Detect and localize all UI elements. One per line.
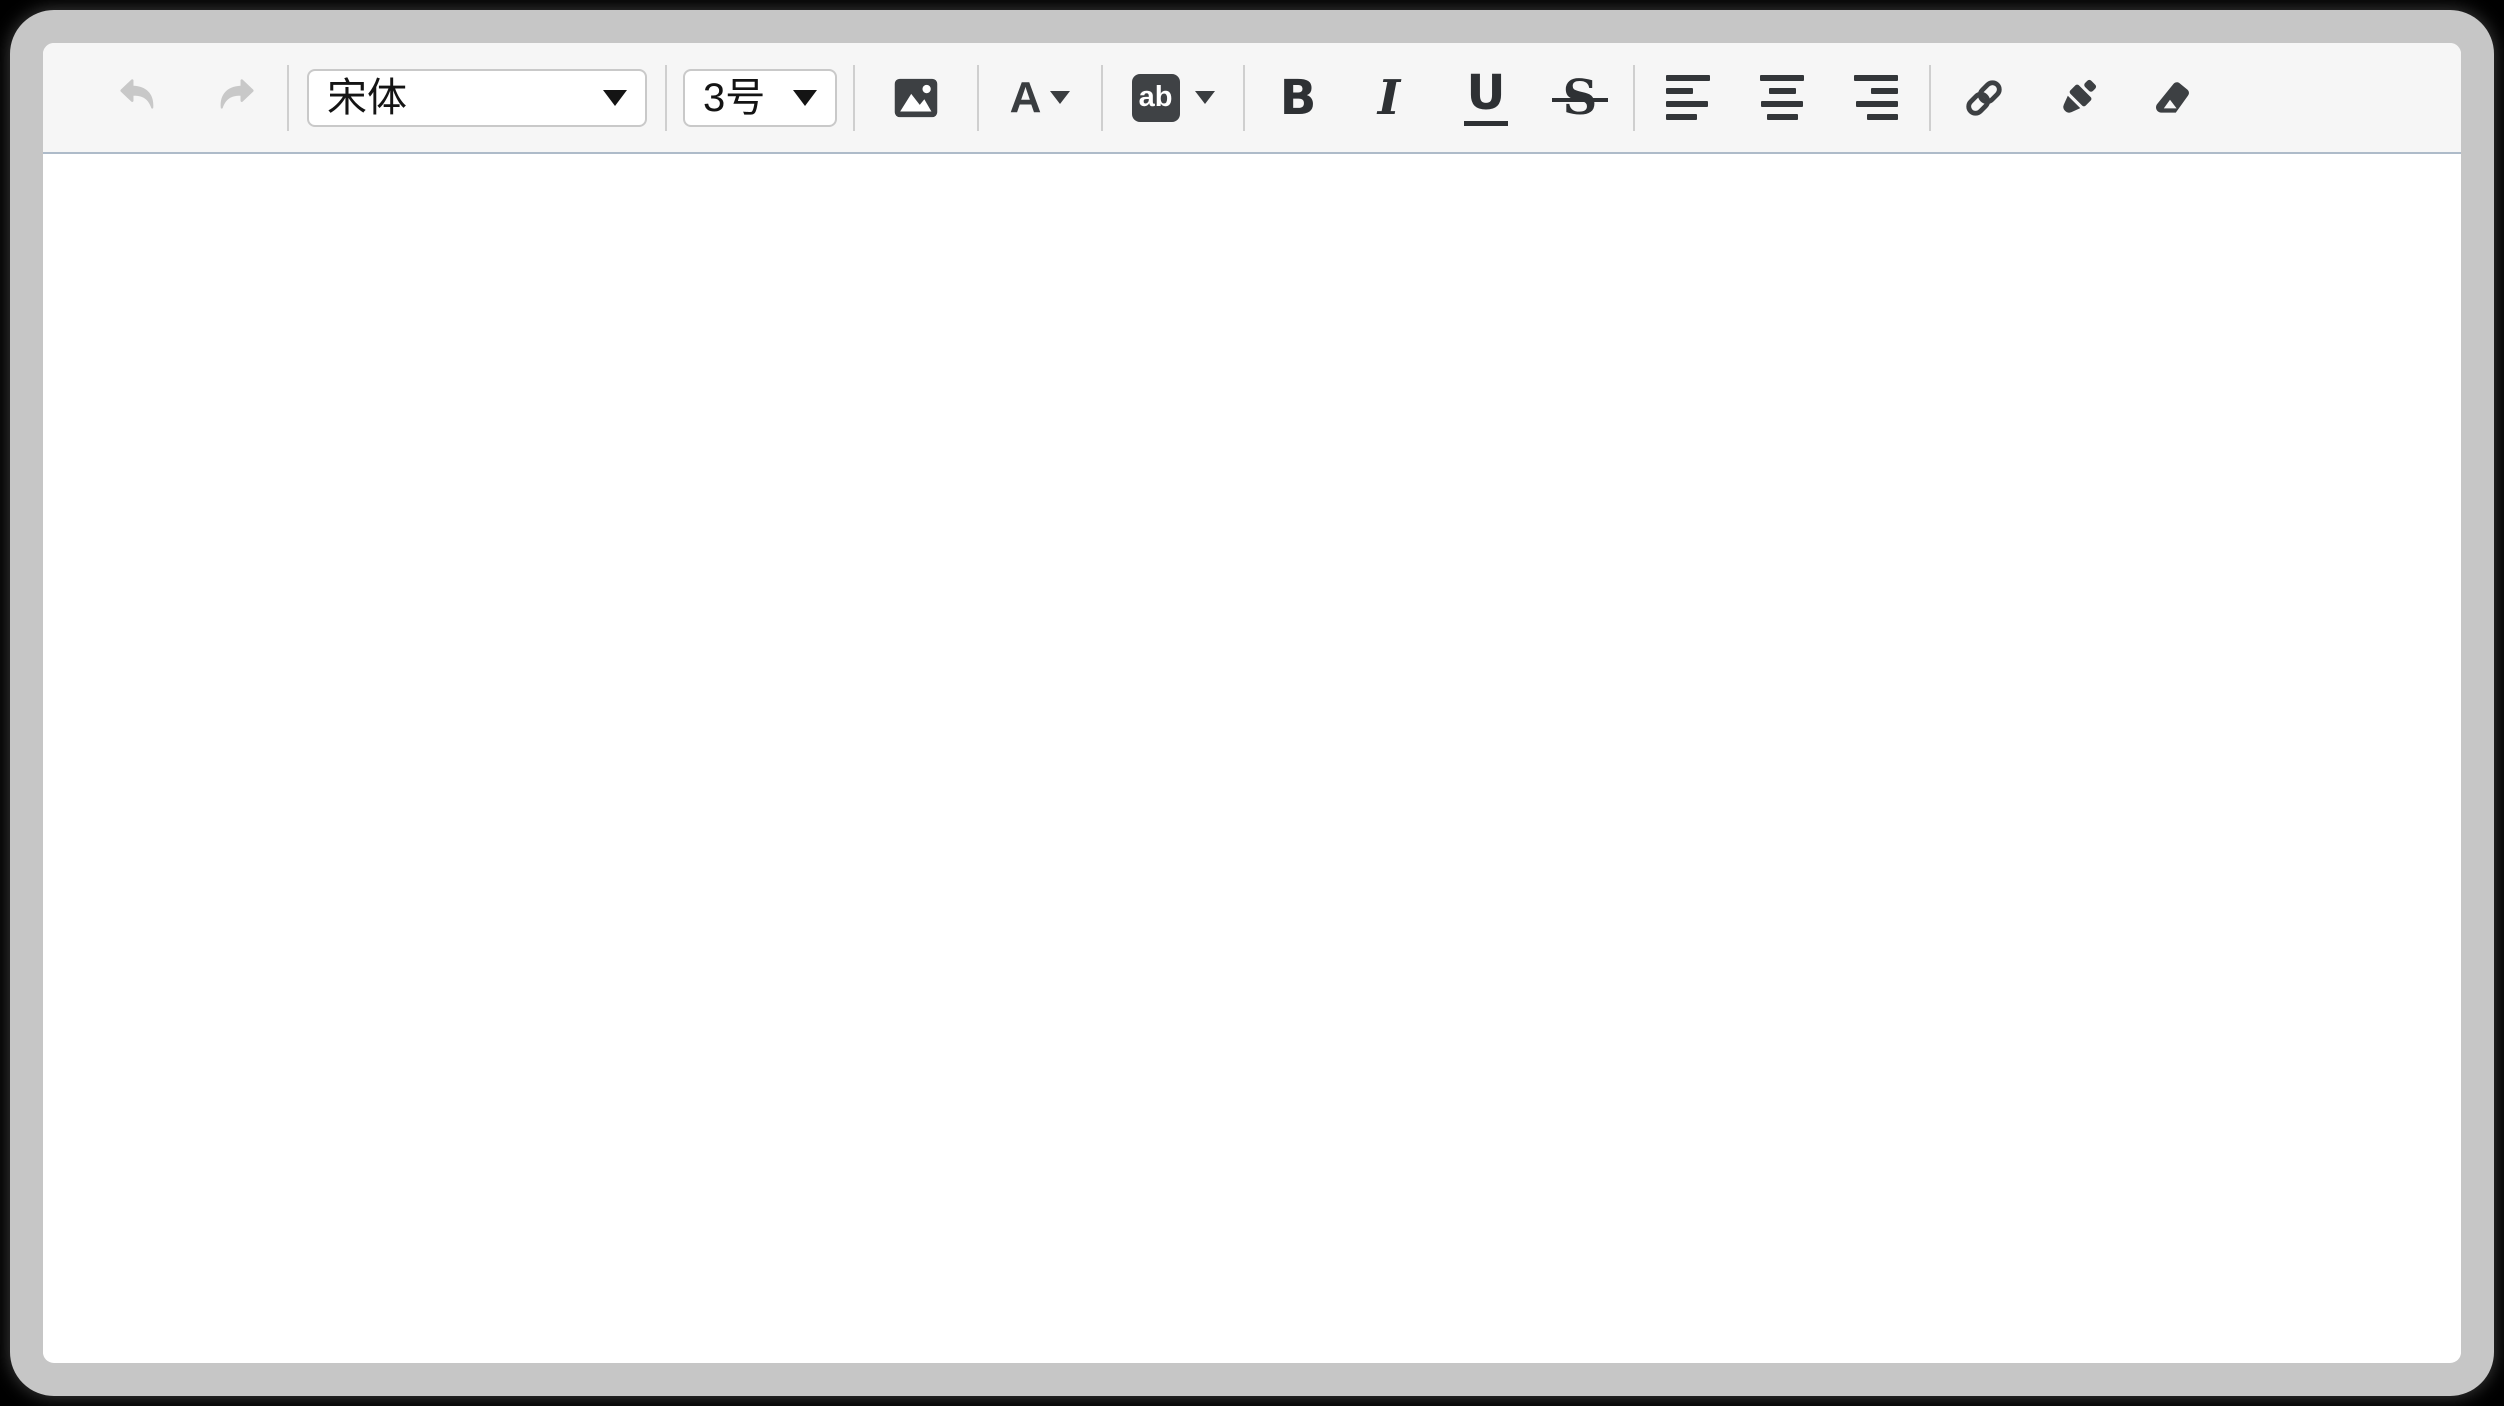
undo-icon xyxy=(117,75,163,121)
eraser-icon xyxy=(2148,74,2196,122)
toolbar-separator xyxy=(853,65,855,131)
italic-label: I xyxy=(1378,74,1406,122)
link-icon xyxy=(1960,74,2008,122)
brush-icon xyxy=(2054,74,2102,122)
redo-icon xyxy=(211,75,257,121)
chevron-down-icon xyxy=(603,90,627,106)
editor-content[interactable] xyxy=(43,154,2461,1361)
toolbar-separator xyxy=(1929,65,1931,131)
align-right-icon xyxy=(1854,75,1898,120)
toolbar-separator xyxy=(1243,65,1245,131)
highlight-color-button[interactable]: ab xyxy=(1109,51,1237,145)
toolbar-separator xyxy=(1633,65,1635,131)
align-left-button[interactable] xyxy=(1641,51,1735,145)
chevron-down-icon xyxy=(793,90,817,106)
chevron-down-icon xyxy=(1050,91,1070,104)
font-family-value: 宋体 xyxy=(327,78,407,118)
format-brush-button[interactable] xyxy=(2031,51,2125,145)
underline-label: U xyxy=(1464,69,1509,126)
italic-button[interactable]: I xyxy=(1345,51,1439,145)
align-left-icon xyxy=(1666,75,1710,120)
font-size-select[interactable]: 3号 xyxy=(683,69,837,127)
undo-button[interactable] xyxy=(93,51,187,145)
align-right-button[interactable] xyxy=(1829,51,1923,145)
redo-button[interactable] xyxy=(187,51,281,145)
toolbar-separator xyxy=(1101,65,1103,131)
chevron-down-icon xyxy=(1195,91,1215,104)
page-background: 宋体 3号 A xyxy=(0,0,2504,1406)
font-family-select[interactable]: 宋体 xyxy=(307,69,647,127)
align-center-button[interactable] xyxy=(1735,51,1829,145)
font-color-label: A xyxy=(1010,76,1042,120)
editor-toolbar: 宋体 3号 A xyxy=(43,43,2461,154)
highlight-color-label: ab xyxy=(1132,74,1180,122)
toolbar-separator xyxy=(977,65,979,131)
bold-label: B xyxy=(1280,74,1317,122)
strikethrough-label: S xyxy=(1561,74,1600,122)
rich-text-editor-window: 宋体 3号 A xyxy=(10,10,2494,1396)
bold-button[interactable]: B xyxy=(1251,51,1345,145)
toolbar-separator xyxy=(665,65,667,131)
font-size-value: 3号 xyxy=(703,78,765,118)
underline-button[interactable]: U xyxy=(1439,51,1533,145)
insert-image-button[interactable] xyxy=(861,51,971,145)
toolbar-separator xyxy=(287,65,289,131)
strikethrough-button[interactable]: S xyxy=(1533,51,1627,145)
align-center-icon xyxy=(1760,75,1804,120)
image-icon xyxy=(891,73,941,123)
font-color-button[interactable]: A xyxy=(985,51,1095,145)
eraser-button[interactable] xyxy=(2125,51,2219,145)
insert-link-button[interactable] xyxy=(1937,51,2031,145)
